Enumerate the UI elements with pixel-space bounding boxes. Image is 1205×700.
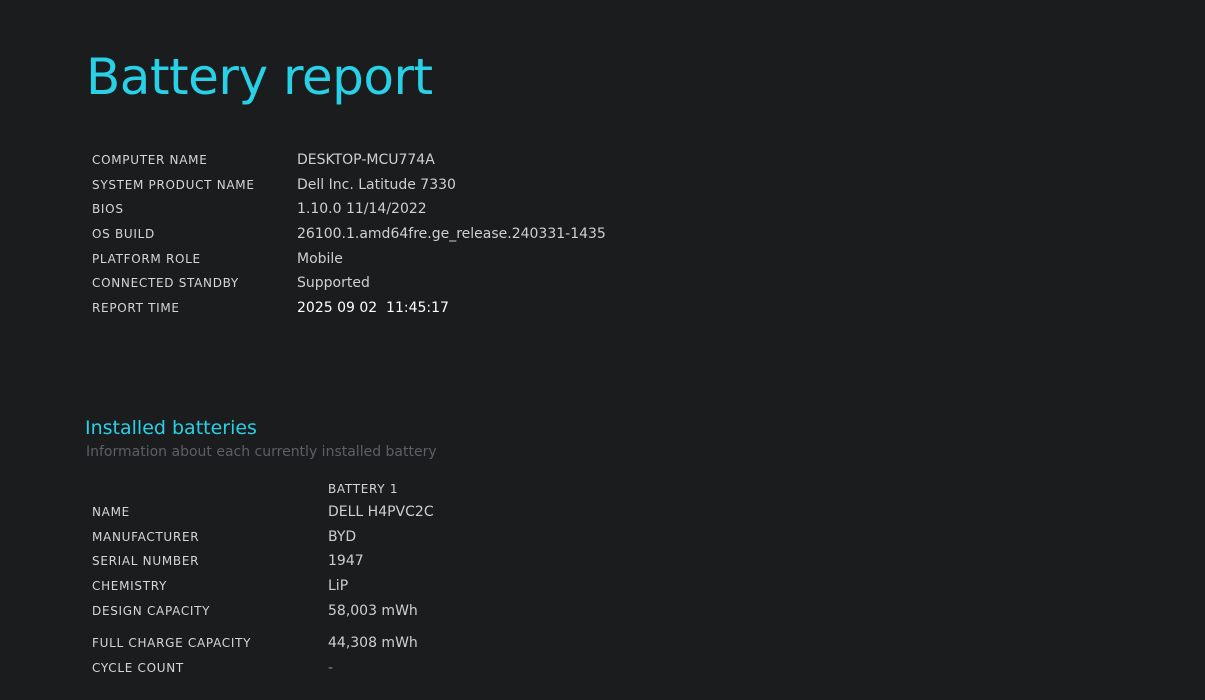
info-value: Mobile xyxy=(297,250,343,267)
battery-value: 1947 xyxy=(328,553,364,570)
battery-row-design-capacity: DESIGN CAPACITY 58,003 mWh xyxy=(92,599,592,624)
battery-label: FULL CHARGE CAPACITY xyxy=(92,636,252,651)
battery-row-serial-number: SERIAL NUMBER 1947 xyxy=(92,549,592,574)
info-label: PLATFORM ROLE xyxy=(92,251,201,266)
battery-column-header: BATTERY 1 xyxy=(328,482,399,496)
battery-value: - xyxy=(328,660,334,677)
section-title-installed-batteries: Installed batteries xyxy=(85,417,257,439)
battery-value: 58,003 mWh xyxy=(328,602,418,619)
info-label: BIOS xyxy=(92,202,124,217)
battery-value: LiP xyxy=(328,578,349,595)
battery-label: CHEMISTRY xyxy=(92,579,168,594)
battery-label: MANUFACTURER xyxy=(92,529,200,544)
battery-row-name: NAME DELL H4PVC2C xyxy=(92,500,592,525)
battery-row-manufacturer: MANUFACTURER BYD xyxy=(92,525,592,550)
battery-row-full-charge-capacity: FULL CHARGE CAPACITY 44,308 mWh xyxy=(92,631,592,656)
info-value: Dell Inc. Latitude 7330 xyxy=(297,176,456,193)
info-value: 26100.1.amd64fre.ge_release.240331-1435 xyxy=(297,226,606,243)
info-label: COMPUTER NAME xyxy=(92,153,208,167)
battery-label: CYCLE COUNT xyxy=(92,661,184,676)
battery-label: SERIAL NUMBER xyxy=(92,554,200,569)
section-subtitle: Information about each currently install… xyxy=(86,444,437,460)
battery-rows: NAME DELL H4PVC2C MANUFACTURER BYD SERIA… xyxy=(92,500,592,681)
battery-row-chemistry: CHEMISTRY LiP xyxy=(92,574,592,599)
info-value: 2025 09 02 11:45:17 xyxy=(297,300,449,317)
info-label: CONNECTED STANDBY xyxy=(92,276,239,291)
info-value: Supported xyxy=(297,275,370,292)
page-title: Battery report xyxy=(86,48,433,106)
info-label: OS BUILD xyxy=(92,227,155,242)
battery-label: DESIGN CAPACITY xyxy=(92,603,211,618)
battery-row-cycle-count: CYCLE COUNT - xyxy=(92,656,592,681)
battery-value: DELL H4PVC2C xyxy=(328,504,434,520)
battery-value: 44,308 mWh xyxy=(328,635,418,652)
info-value: 1.10.0 11/14/2022 xyxy=(297,201,427,218)
battery-label: NAME xyxy=(92,505,130,519)
info-label: SYSTEM PRODUCT NAME xyxy=(92,177,255,192)
info-value: DESKTOP-MCU774A xyxy=(297,152,435,168)
battery-value: BYD xyxy=(328,528,357,545)
info-label: REPORT TIME xyxy=(92,301,180,316)
